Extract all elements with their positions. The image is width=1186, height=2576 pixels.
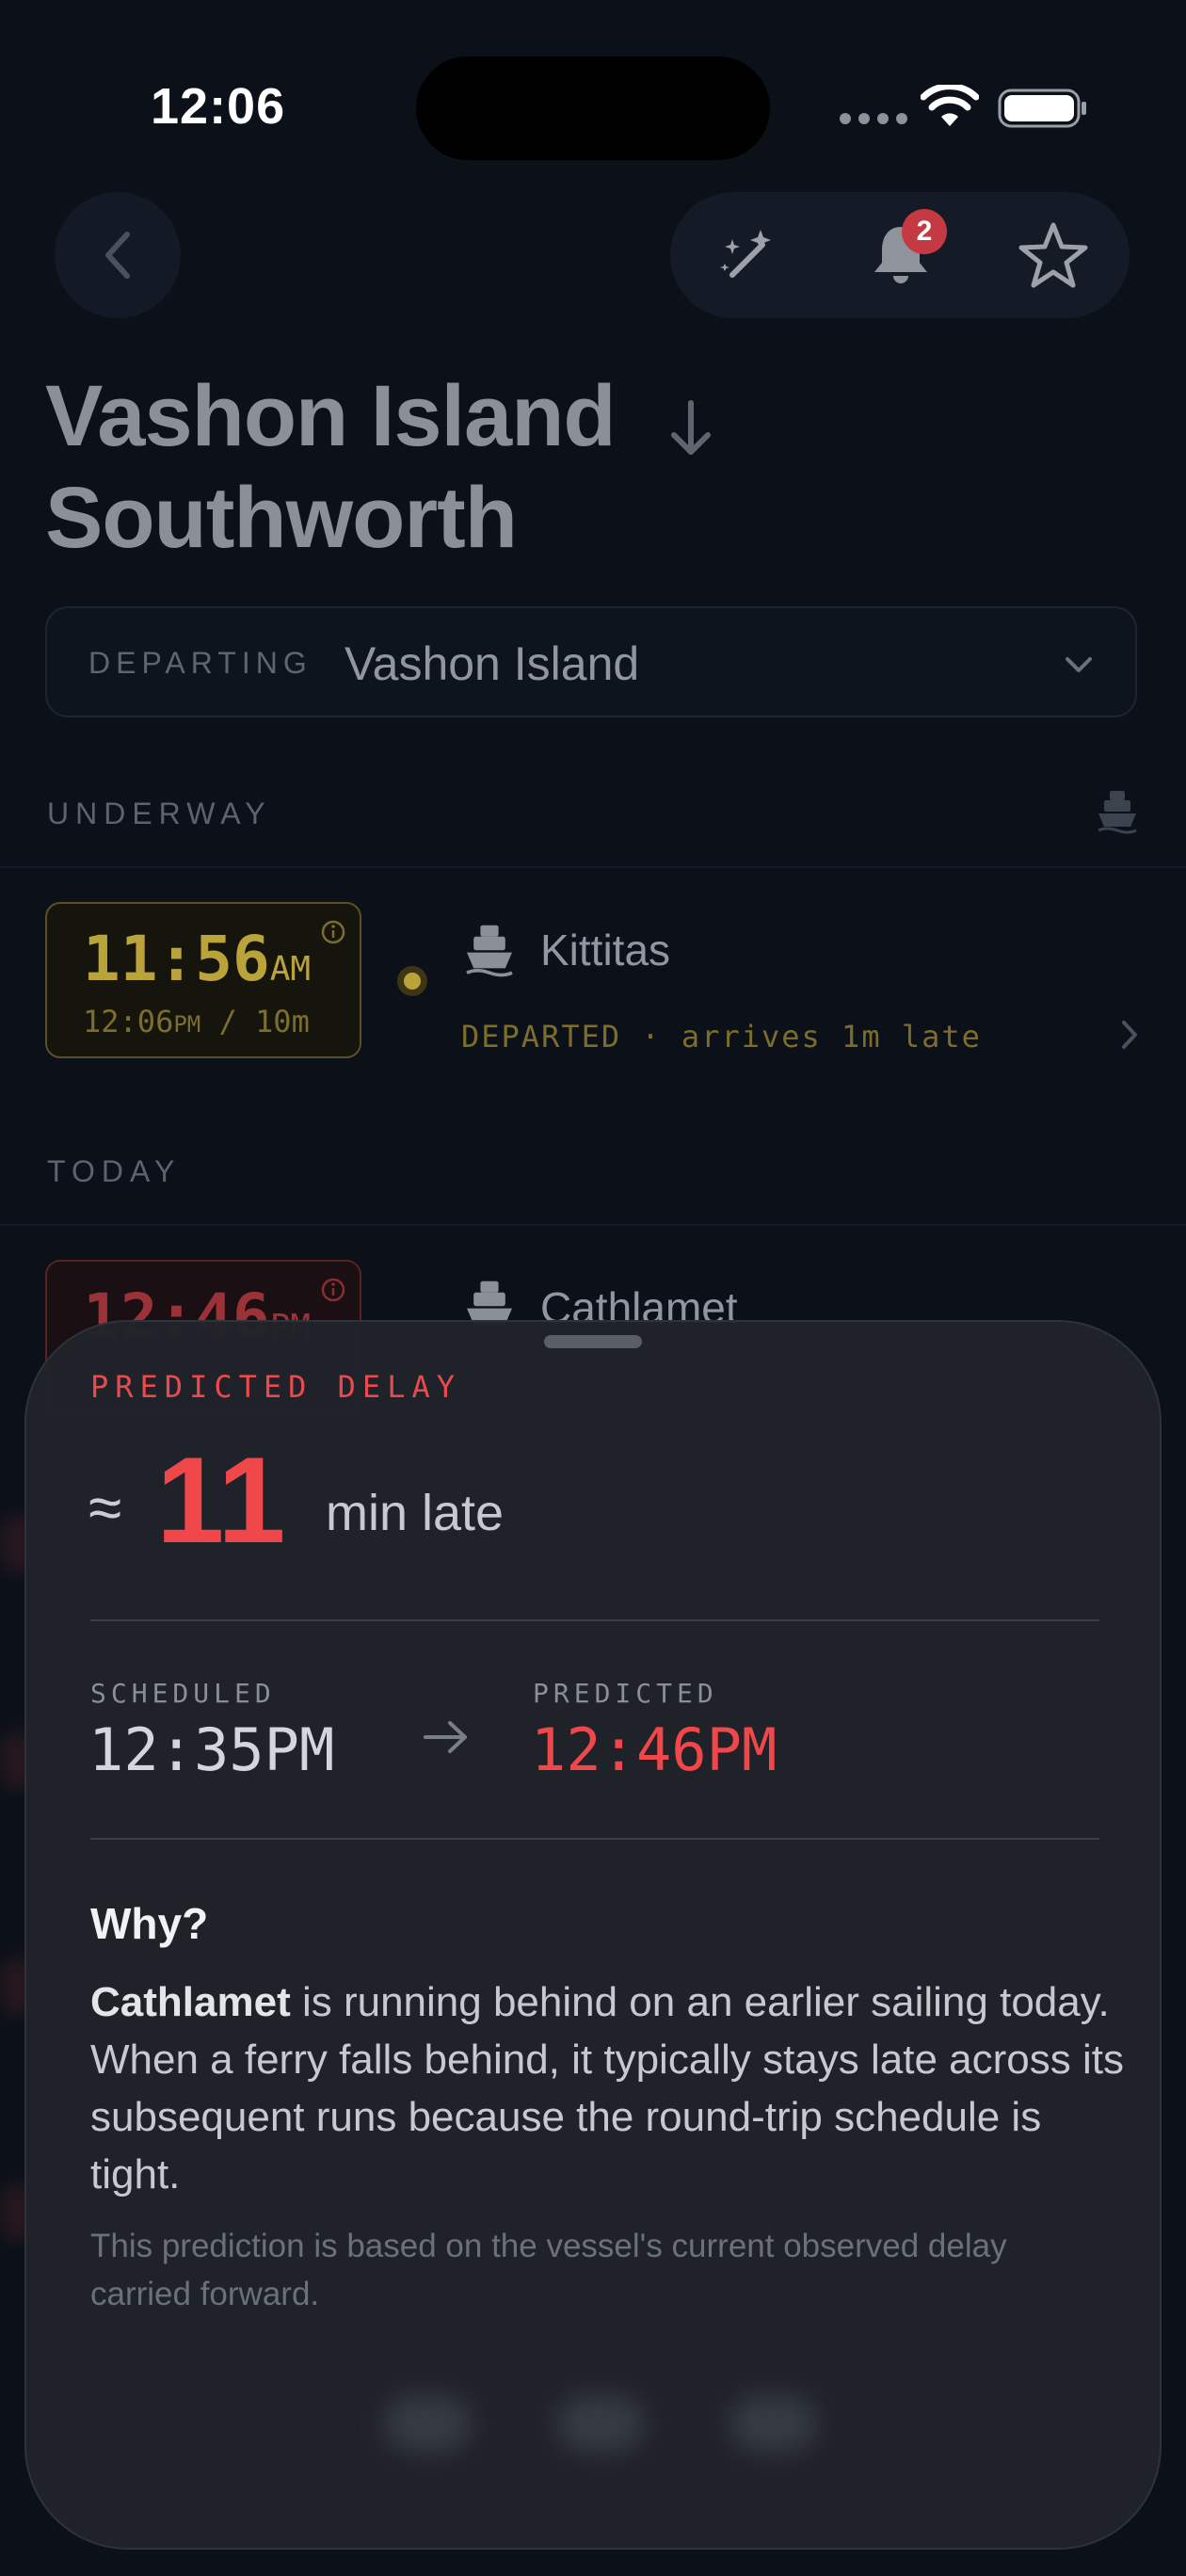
section-today: TODAY: [47, 1154, 182, 1188]
favorite-button[interactable]: [992, 192, 1114, 318]
chevron-down-icon: [1066, 657, 1092, 672]
arrow-right-icon: [424, 1721, 467, 1753]
divider: [90, 1838, 1099, 1840]
page-title: Vashon Island Southworth: [45, 365, 617, 569]
section-underway: UNDERWAY: [47, 797, 272, 830]
why-explanation: Cathlamet is running behind on an earlie…: [90, 1979, 1124, 2198]
vessel-name: Kittitas: [540, 926, 671, 974]
back-button[interactable]: [55, 192, 181, 318]
why-heading: Why?: [90, 1899, 209, 1948]
scheduled-time: 12:35PM: [88, 1715, 335, 1784]
scheduled-label: SCHEDULED: [90, 1678, 276, 1709]
chevron-left-icon: [105, 232, 130, 279]
underway-time-box: 11:56AM 12:06PM / 10m: [45, 902, 361, 1058]
divider: [0, 1224, 1186, 1226]
background-tab-hint: [384, 2395, 817, 2471]
wifi-icon: [921, 85, 979, 126]
cellular-signal-icon: [840, 111, 907, 126]
battery-icon: [998, 89, 1086, 128]
departing-label: DEPARTING: [88, 646, 313, 680]
live-indicator-icon: [397, 966, 427, 996]
departure-time: 11:56AM: [83, 923, 312, 995]
magic-wand-button[interactable]: [685, 192, 808, 318]
delay-unit: min late: [326, 1485, 505, 1541]
sailing-status: DEPARTED · arrives 1m late: [461, 1019, 982, 1055]
info-icon[interactable]: [320, 919, 346, 945]
notifications-button[interactable]: [840, 192, 962, 318]
chevron-right-icon: [1122, 1021, 1137, 1049]
departing-value: Vashon Island: [345, 637, 640, 690]
predicted-label: PREDICTED: [533, 1678, 718, 1709]
actual-time: 12:06PM / 10m: [83, 1004, 310, 1039]
prediction-note: This prediction is based on the vessel's…: [90, 2228, 1007, 2312]
action-pill: [670, 192, 1130, 318]
predicted-time: 12:46PM: [531, 1715, 777, 1784]
approx-symbol: ≈: [88, 1473, 122, 1541]
swap-direction-icon[interactable]: [665, 395, 717, 461]
route-from: Vashon Island: [45, 368, 617, 464]
delay-prediction-sheet: PREDICTED DELAY ≈ 11 min late SCHEDULED …: [24, 1320, 1162, 2550]
info-icon[interactable]: [320, 1277, 346, 1303]
dynamic-island: [416, 56, 770, 160]
status-time: 12:06: [151, 78, 286, 135]
delay-minutes: 11: [156, 1431, 286, 1569]
departing-selector[interactable]: DEPARTING Vashon Island: [45, 606, 1137, 717]
sheet-label: PREDICTED DELAY: [90, 1369, 461, 1405]
sheet-grabber[interactable]: [544, 1335, 642, 1348]
notification-badge: 2: [902, 209, 947, 254]
star-icon: [1018, 222, 1088, 288]
ferry-icon: [1098, 791, 1137, 834]
route-to: Southworth: [45, 470, 518, 566]
ferry-icon: [466, 925, 513, 977]
magic-wand-icon: [720, 230, 771, 278]
divider: [90, 1619, 1099, 1621]
